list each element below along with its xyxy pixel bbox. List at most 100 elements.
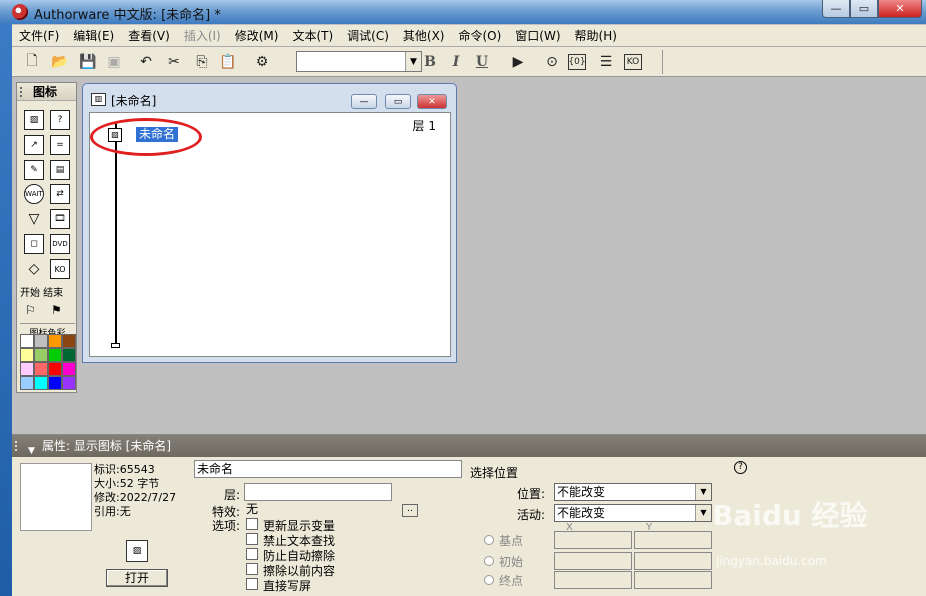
menu-file[interactable]: 文件(F) — [12, 27, 66, 44]
option-checkbox-3[interactable] — [246, 563, 258, 575]
variables-icon[interactable]: ☰ — [596, 52, 616, 72]
base-x-input[interactable] — [554, 531, 632, 549]
effect-browse-button[interactable]: .. — [402, 504, 418, 517]
calculation-icon[interactable]: = — [50, 135, 70, 155]
chevron-down-icon: ▼ — [695, 484, 711, 500]
flow-maximize-button[interactable]: ▭ — [385, 94, 411, 109]
menu-modify[interactable]: 修改(M) — [228, 27, 286, 44]
open-button[interactable]: 打开 — [106, 569, 168, 587]
dvd-icon[interactable]: DVD — [50, 234, 70, 254]
help-button[interactable]: ? — [734, 461, 747, 474]
find-icon[interactable]: ⚙ — [252, 52, 272, 72]
option-checkbox-4[interactable] — [246, 578, 258, 590]
icon-name-input[interactable]: 未命名 — [194, 460, 462, 478]
display-icon[interactable]: ▨ — [24, 110, 44, 130]
import-icon[interactable]: ▣ — [104, 52, 124, 72]
copy-icon[interactable]: ⎘ — [192, 52, 212, 72]
end-flag-icon[interactable]: ⚑ — [51, 303, 71, 317]
ko-icon[interactable]: KO — [50, 259, 70, 279]
option-checkbox-1[interactable] — [246, 533, 258, 545]
knowledge-objects-icon[interactable]: KO — [624, 54, 642, 70]
end-y-input[interactable] — [634, 571, 712, 589]
decision-icon[interactable]: ▽ — [24, 209, 44, 229]
initial-x-input[interactable] — [554, 552, 632, 570]
option-checkbox-0[interactable] — [246, 518, 258, 530]
grip-handle[interactable] — [20, 87, 26, 97]
position-section-title: 选择位置 — [470, 466, 519, 480]
color-swatch[interactable] — [20, 348, 34, 362]
option-label-4: 直接写屏 — [263, 579, 312, 593]
active-dropdown[interactable]: 不能改变 ▼ — [554, 504, 712, 522]
flow-minimize-button[interactable]: — — [351, 94, 377, 109]
flow-close-button[interactable]: ✕ — [417, 94, 447, 109]
menu-help[interactable]: 帮助(H) — [568, 27, 624, 44]
color-swatch[interactable] — [48, 376, 62, 390]
color-swatch[interactable] — [34, 376, 48, 390]
menu-view[interactable]: 查看(V) — [121, 27, 177, 44]
layer-input[interactable] — [244, 483, 392, 501]
motion-icon[interactable]: ↗ — [24, 135, 44, 155]
position-dropdown[interactable]: 不能改变 ▼ — [554, 483, 712, 501]
toolbar-separator — [662, 50, 663, 74]
wait-icon[interactable]: WAIT — [24, 184, 44, 204]
color-swatch[interactable] — [20, 376, 34, 390]
title-bar: Authorware 中文版: [未命名] * — ▭ ✕ — [0, 0, 926, 24]
sound-icon[interactable]: ◇ — [24, 259, 44, 279]
color-swatch[interactable] — [34, 348, 48, 362]
initial-y-input[interactable] — [634, 552, 712, 570]
underline-button[interactable]: U — [472, 52, 492, 72]
end-radio[interactable] — [484, 575, 494, 585]
open-file-icon[interactable]: 📂 — [50, 52, 70, 72]
color-swatch[interactable] — [62, 362, 76, 376]
menu-edit[interactable]: 编辑(E) — [66, 27, 121, 44]
framework-icon[interactable]: ▤ — [50, 160, 70, 180]
functions-icon[interactable]: {0} — [568, 54, 586, 70]
menu-debug[interactable]: 调试(C) — [340, 27, 396, 44]
undo-icon[interactable]: ↶ — [136, 52, 156, 72]
option-checkbox-2[interactable] — [246, 548, 258, 560]
erase-icon[interactable]: ✎ — [24, 160, 44, 180]
color-swatch[interactable] — [20, 362, 34, 376]
color-swatch[interactable] — [48, 362, 62, 376]
color-swatch[interactable] — [20, 334, 34, 348]
initial-radio[interactable] — [484, 556, 494, 566]
italic-button[interactable]: I — [446, 52, 466, 72]
color-swatch[interactable] — [62, 348, 76, 362]
menu-window[interactable]: 窗口(W) — [508, 27, 567, 44]
icon-palette: 图标 ▨ ? ↗ = ✎ ▤ WAIT ⇄ ▽ 🎞 ◻ DVD ◇ KO 开始 … — [16, 82, 77, 393]
maximize-button[interactable]: ▭ — [850, 0, 878, 18]
interaction-icon[interactable]: ? — [50, 110, 70, 130]
position-label: 位置: — [517, 487, 546, 501]
color-swatch[interactable] — [34, 334, 48, 348]
color-swatch[interactable] — [48, 348, 62, 362]
run-icon[interactable]: ▶ — [508, 52, 528, 72]
grip-handle[interactable] — [15, 441, 21, 451]
cut-icon[interactable]: ✂ — [164, 52, 184, 72]
menu-text[interactable]: 文本(T) — [285, 27, 340, 44]
collapse-triangle-icon[interactable]: ▼ — [28, 440, 35, 462]
paste-icon[interactable]: 📋 — [218, 52, 238, 72]
minimize-button[interactable]: — — [822, 0, 850, 18]
base-radio[interactable] — [484, 535, 494, 545]
color-swatch[interactable] — [62, 334, 76, 348]
control-panel-icon[interactable]: ⊙ — [542, 52, 562, 72]
close-button[interactable]: ✕ — [878, 0, 922, 18]
new-file-icon[interactable]: 🗋 — [22, 52, 42, 72]
properties-header[interactable]: ▼ 属性: 显示图标 [未命名] — [12, 435, 926, 457]
digital-movie-icon[interactable]: 🎞 — [50, 209, 70, 229]
end-x-input[interactable] — [554, 571, 632, 589]
color-swatch[interactable] — [34, 362, 48, 376]
save-all-icon[interactable]: 💾 — [78, 52, 98, 72]
map-icon[interactable]: ◻ — [24, 234, 44, 254]
color-swatch[interactable] — [48, 334, 62, 348]
navigate-icon[interactable]: ⇄ — [50, 184, 70, 204]
menu-insert[interactable]: 插入(I) — [177, 27, 228, 44]
font-select[interactable]: ▼ — [296, 51, 422, 72]
icon-ref: 引用:无 — [94, 505, 131, 518]
color-swatch[interactable] — [62, 376, 76, 390]
base-y-input[interactable] — [634, 531, 712, 549]
menu-command[interactable]: 命令(O) — [451, 27, 508, 44]
start-flag-icon[interactable]: ⚐ — [25, 303, 45, 317]
bold-button[interactable]: B — [420, 52, 440, 72]
menu-other[interactable]: 其他(X) — [396, 27, 452, 44]
